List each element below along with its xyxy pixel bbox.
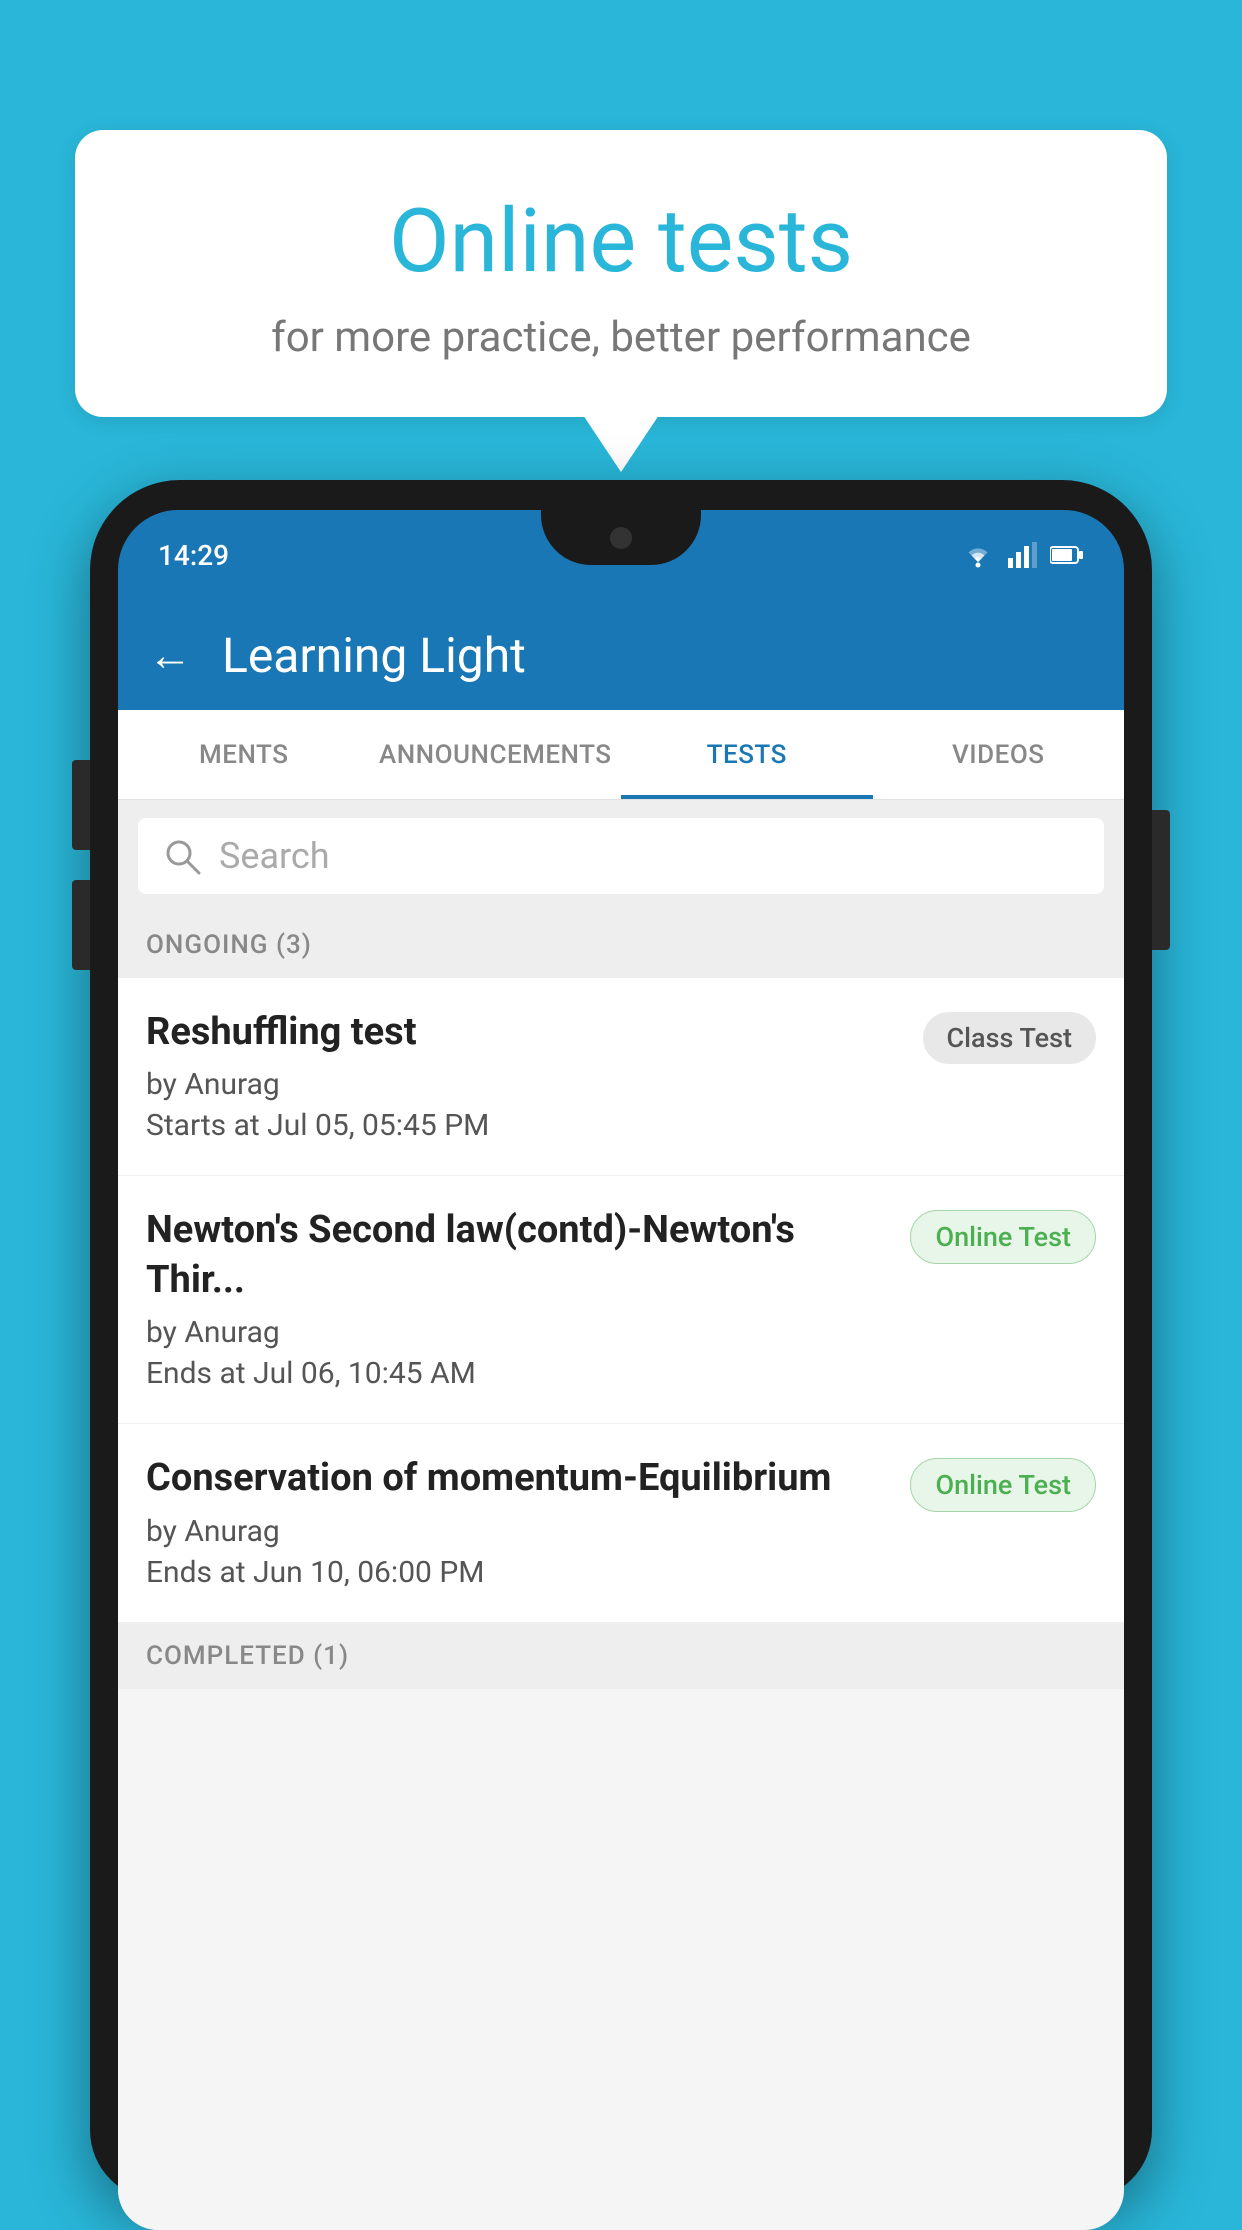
test-name-reshuffling: Reshuffling test bbox=[146, 1008, 903, 1057]
ongoing-label: ONGOING (3) bbox=[146, 930, 312, 960]
phone-outer: 14:29 bbox=[90, 480, 1152, 2200]
test-info-newton: Newton's Second law(contd)-Newton's Thir… bbox=[146, 1206, 890, 1391]
volume-up-button[interactable] bbox=[72, 760, 90, 850]
test-time-newton: Ends at Jul 06, 10:45 AM bbox=[146, 1356, 890, 1391]
tabs-bar: MENTS ANNOUNCEMENTS TESTS VIDEOS bbox=[118, 710, 1124, 800]
tab-videos[interactable]: VIDEOS bbox=[873, 710, 1125, 799]
test-info-reshuffling: Reshuffling test by Anurag Starts at Jul… bbox=[146, 1008, 903, 1143]
status-icons bbox=[960, 542, 1084, 568]
test-by-reshuffling: by Anurag bbox=[146, 1067, 903, 1102]
volume-down-button[interactable] bbox=[72, 880, 90, 970]
search-box[interactable]: Search bbox=[138, 818, 1104, 894]
battery-icon bbox=[1050, 545, 1084, 565]
test-by-newton: by Anurag bbox=[146, 1315, 890, 1350]
app-title: Learning Light bbox=[222, 627, 526, 684]
test-badge-newton: Online Test bbox=[910, 1210, 1096, 1264]
phone-screen: ← Learning Light MENTS ANNOUNCEMENTS TES… bbox=[118, 600, 1124, 2230]
camera-dot bbox=[610, 527, 632, 549]
search-icon bbox=[163, 837, 201, 875]
test-badge-conservation: Online Test bbox=[910, 1458, 1096, 1512]
test-info-conservation: Conservation of momentum-Equilibrium by … bbox=[146, 1454, 890, 1589]
test-time-reshuffling: Starts at Jul 05, 05:45 PM bbox=[146, 1108, 903, 1143]
tab-tests[interactable]: TESTS bbox=[621, 710, 873, 799]
app-header: ← Learning Light bbox=[118, 600, 1124, 710]
bubble-title: Online tests bbox=[125, 190, 1117, 293]
test-name-conservation: Conservation of momentum-Equilibrium bbox=[146, 1454, 890, 1503]
speech-bubble: Online tests for more practice, better p… bbox=[75, 130, 1167, 417]
test-badge-reshuffling: Class Test bbox=[923, 1012, 1097, 1064]
test-by-conservation: by Anurag bbox=[146, 1514, 890, 1549]
tab-announcements[interactable]: ANNOUNCEMENTS bbox=[370, 710, 622, 799]
test-time-conservation: Ends at Jun 10, 06:00 PM bbox=[146, 1555, 890, 1590]
tab-ments[interactable]: MENTS bbox=[118, 710, 370, 799]
completed-label: COMPLETED (1) bbox=[146, 1641, 349, 1671]
status-time: 14:29 bbox=[158, 539, 229, 572]
signal-icon bbox=[1008, 542, 1038, 568]
test-item-newton[interactable]: Newton's Second law(contd)-Newton's Thir… bbox=[118, 1176, 1124, 1424]
search-placeholder: Search bbox=[219, 835, 330, 877]
search-container: Search bbox=[118, 800, 1124, 912]
test-name-newton: Newton's Second law(contd)-Newton's Thir… bbox=[146, 1206, 890, 1305]
ongoing-section-header: ONGOING (3) bbox=[118, 912, 1124, 978]
back-button[interactable]: ← bbox=[148, 629, 192, 681]
status-bar: 14:29 bbox=[118, 510, 1124, 600]
test-item-reshuffling[interactable]: Reshuffling test by Anurag Starts at Jul… bbox=[118, 978, 1124, 1176]
wifi-icon bbox=[960, 542, 996, 568]
phone-notch bbox=[541, 510, 701, 565]
phone-wrapper: 14:29 bbox=[90, 480, 1152, 2208]
completed-section-header: COMPLETED (1) bbox=[118, 1623, 1124, 1689]
test-item-conservation[interactable]: Conservation of momentum-Equilibrium by … bbox=[118, 1424, 1124, 1622]
power-button[interactable] bbox=[1152, 810, 1170, 950]
bubble-subtitle: for more practice, better performance bbox=[125, 313, 1117, 362]
